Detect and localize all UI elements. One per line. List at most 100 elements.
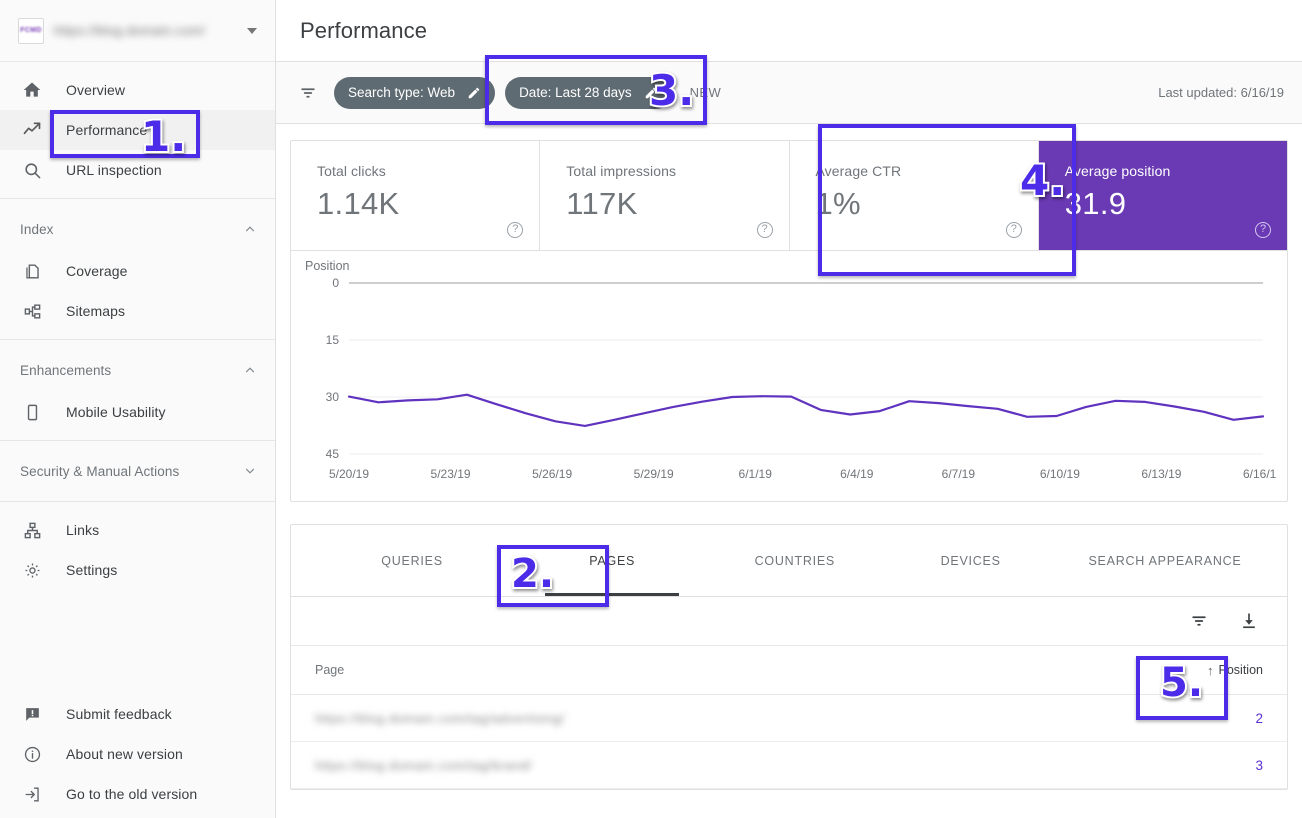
sitemap-icon [20, 299, 44, 323]
average-ctr-metric-card[interactable]: Average CTR 1% ? [790, 141, 1039, 250]
pencil-icon[interactable] [644, 86, 658, 100]
svg-text:5/20/19: 5/20/19 [329, 467, 369, 481]
page-title: Performance [300, 18, 427, 44]
info-icon [20, 742, 44, 766]
average-position-metric-card[interactable]: Average position 31.9 ? [1039, 141, 1287, 250]
pencil-icon[interactable] [467, 86, 481, 100]
svg-text:15: 15 [326, 333, 340, 347]
metric-label: Average position [1065, 163, 1265, 179]
metric-value: 31.9 [1065, 186, 1265, 222]
column-header-position[interactable]: ↑ Position [1207, 663, 1263, 678]
tab-label: PAGES [589, 554, 635, 568]
sidebar-section-index: Index Coverage Sitemaps [0, 199, 275, 339]
svg-text:30: 30 [326, 390, 340, 404]
metric-value: 117K [566, 186, 766, 222]
search-icon [20, 158, 44, 182]
tab-devices[interactable]: DEVICES [898, 525, 1043, 596]
date-range-chip[interactable]: Date: Last 28 days [505, 77, 672, 109]
performance-chart[interactable]: Position 01530455/20/195/23/195/26/195/2… [291, 251, 1287, 501]
search-type-chip[interactable]: Search type: Web [334, 77, 495, 109]
page-header: Performance [276, 0, 1302, 62]
chevron-up-icon[interactable] [243, 363, 257, 377]
metric-value: 1% [816, 186, 1016, 222]
sidebar-section-header-index[interactable]: Index [0, 207, 275, 251]
sidebar-item-label: Overview [66, 82, 125, 98]
chart-svg: 01530455/20/195/23/195/26/195/29/196/1/1… [305, 265, 1277, 490]
mobile-phone-icon [20, 400, 44, 424]
chevron-down-icon[interactable] [243, 464, 257, 478]
exit-arrow-icon [20, 782, 44, 806]
svg-text:6/7/19: 6/7/19 [942, 467, 976, 481]
sidebar-section-header-security[interactable]: Security & Manual Actions [0, 449, 275, 493]
sidebar-item-about-new-version[interactable]: About new version [0, 734, 275, 774]
content-area: Total clicks 1.14K ? Total impressions 1… [276, 124, 1302, 790]
sidebar-lower-group: Links Settings [0, 502, 275, 598]
sidebar-item-overview[interactable]: Overview [0, 70, 275, 110]
sidebar-item-settings[interactable]: Settings [0, 550, 275, 590]
section-label: Enhancements [20, 363, 111, 378]
main-content: Performance Search type: Web Date: Last … [276, 0, 1302, 818]
total-clicks-metric-card[interactable]: Total clicks 1.14K ? [291, 141, 540, 250]
active-tab-indicator [545, 593, 679, 596]
sidebar-item-performance[interactable]: Performance [0, 110, 275, 150]
help-icon[interactable]: ? [757, 222, 773, 238]
sidebar-item-label: Coverage [66, 263, 128, 279]
property-url: https://blog.domain.com/ [54, 23, 237, 38]
sidebar-footer: Submit feedback About new version Go to … [0, 694, 275, 818]
table-row[interactable]: https://blog.domain.com/tag/brand/ 3 [291, 742, 1287, 789]
sidebar-item-mobile-usability[interactable]: Mobile Usability [0, 392, 275, 432]
new-badge: NEW [690, 85, 722, 100]
metric-label: Total impressions [566, 163, 766, 179]
feedback-icon [20, 702, 44, 726]
download-icon[interactable] [1233, 605, 1265, 637]
cell-page-url: https://blog.domain.com/tag/advertising/ [315, 711, 1255, 726]
metric-value: 1.14K [317, 186, 517, 222]
sidebar-item-label: Submit feedback [66, 706, 172, 722]
sidebar-item-url-inspection[interactable]: URL inspection [0, 150, 275, 190]
cell-page-url: https://blog.domain.com/tag/brand/ [315, 758, 1255, 773]
sidebar-item-links[interactable]: Links [0, 510, 275, 550]
svg-text:0: 0 [332, 276, 339, 290]
filter-bar: Search type: Web Date: Last 28 days NEW … [276, 62, 1302, 124]
caret-down-icon[interactable] [247, 28, 257, 34]
tab-label: COUNTRIES [755, 554, 835, 568]
tab-label: DEVICES [941, 554, 1001, 568]
sidebar-section-header-enhancements[interactable]: Enhancements [0, 348, 275, 392]
chip-label: Date: Last 28 days [519, 85, 632, 100]
column-header-page[interactable]: Page [315, 663, 1207, 677]
sidebar-item-sitemaps[interactable]: Sitemaps [0, 291, 275, 331]
sidebar-item-label: Settings [66, 562, 117, 578]
metric-label: Total clicks [317, 163, 517, 179]
help-icon[interactable]: ? [1255, 222, 1271, 238]
tab-countries[interactable]: COUNTRIES [691, 525, 898, 596]
cell-position: 2 [1255, 711, 1263, 726]
tab-queries[interactable]: QUERIES [291, 525, 533, 596]
sidebar-section-security: Security & Manual Actions [0, 441, 275, 501]
help-icon[interactable]: ? [507, 222, 523, 238]
svg-text:6/13/19: 6/13/19 [1141, 467, 1181, 481]
total-impressions-metric-card[interactable]: Total impressions 117K ? [540, 141, 789, 250]
tab-pages[interactable]: PAGES [533, 525, 691, 596]
sidebar-item-label: Mobile Usability [66, 404, 166, 420]
section-label: Security & Manual Actions [20, 464, 179, 479]
table-toolbar [291, 597, 1287, 645]
chevron-up-icon[interactable] [243, 222, 257, 236]
sidebar-primary-group: Overview Performance URL inspection [0, 62, 275, 198]
sidebar-item-coverage[interactable]: Coverage [0, 251, 275, 291]
tab-search-appearance[interactable]: SEARCH APPEARANCE [1043, 525, 1287, 596]
home-icon [20, 78, 44, 102]
sidebar-item-submit-feedback[interactable]: Submit feedback [0, 694, 275, 734]
dimension-tabs: QUERIES PAGES COUNTRIES DEVICES SEARCH A… [291, 525, 1287, 597]
metrics-row: Total clicks 1.14K ? Total impressions 1… [291, 141, 1287, 251]
filter-icon[interactable] [1183, 605, 1215, 637]
property-selector[interactable]: FCMD https://blog.domain.com/ [0, 0, 275, 62]
pages-copy-icon [20, 259, 44, 283]
table-row[interactable]: https://blog.domain.com/tag/advertising/… [291, 695, 1287, 742]
chip-label: Search type: Web [348, 85, 455, 100]
filter-icon[interactable] [292, 77, 324, 109]
dimensions-table-card: QUERIES PAGES COUNTRIES DEVICES SEARCH A… [290, 524, 1288, 790]
help-icon[interactable]: ? [1006, 222, 1022, 238]
sidebar-item-go-to-old-version[interactable]: Go to the old version [0, 774, 275, 814]
sidebar-item-label: Performance [66, 122, 147, 138]
sidebar: FCMD https://blog.domain.com/ Overview P… [0, 0, 276, 818]
